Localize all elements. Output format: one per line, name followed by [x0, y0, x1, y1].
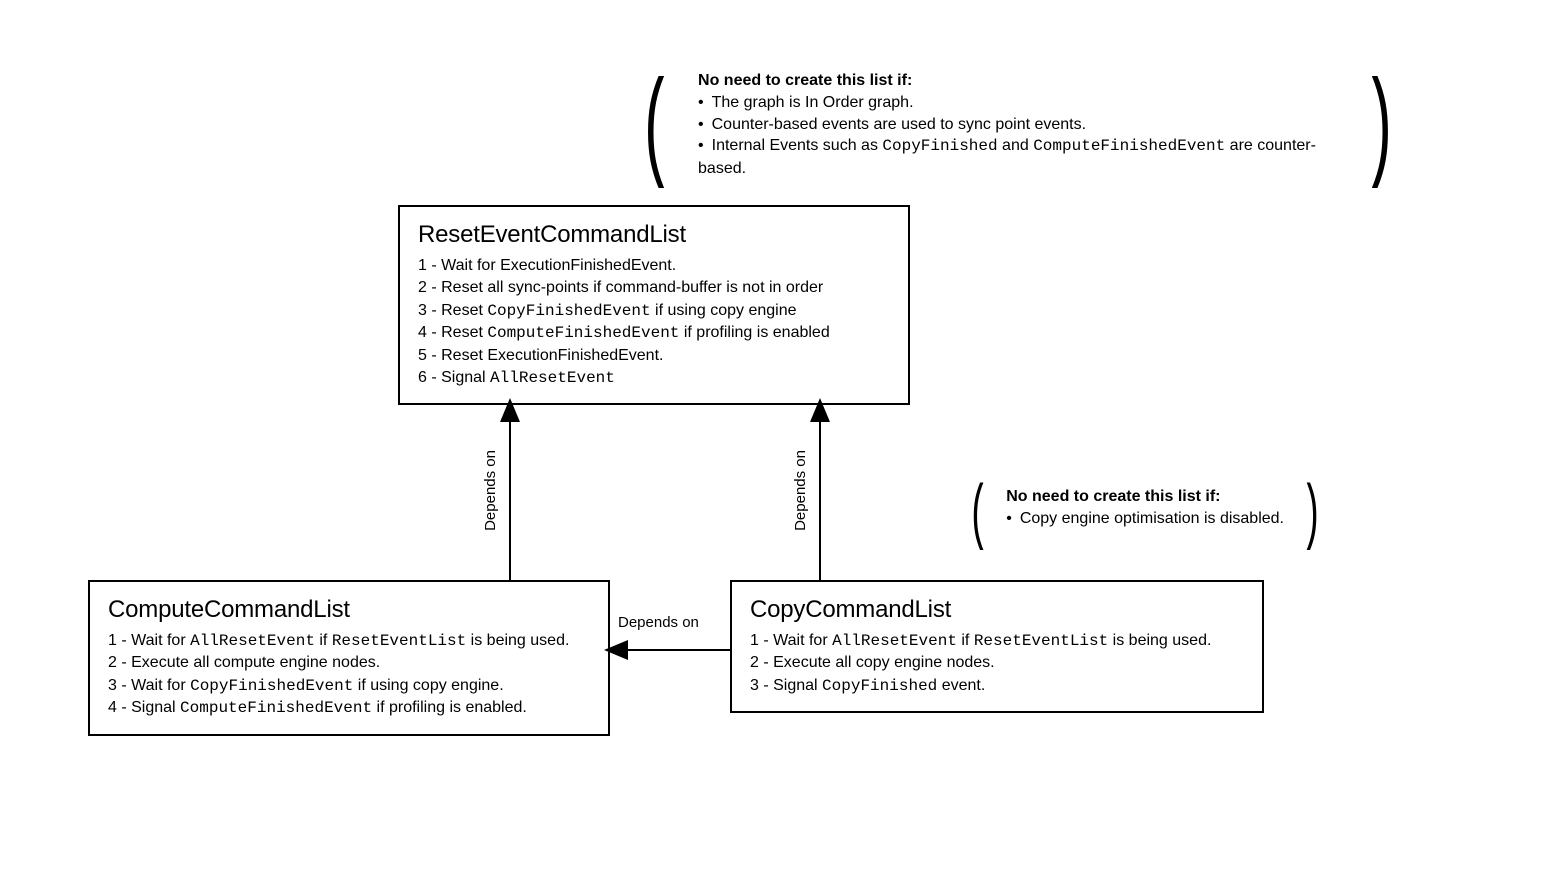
- paren-left-icon: (: [967, 480, 991, 552]
- reset-step: 3 - Reset CopyFinishedEvent if using cop…: [418, 300, 890, 322]
- copy-annotation: ( No need to create this list if: Copy e…: [955, 480, 1335, 552]
- reset-step: 2 - Reset all sync-points if command-buf…: [418, 277, 890, 299]
- reset-step: 4 - Reset ComputeFinishedEvent if profil…: [418, 322, 890, 344]
- compute-step: 1 - Wait for AllResetEvent if ResetEvent…: [108, 630, 590, 652]
- reset-event-command-list-box: ResetEventCommandList 1 - Wait for Execu…: [398, 205, 910, 405]
- copy-box-title: CopyCommandList: [750, 596, 1244, 624]
- copy-annotation-item: Copy engine optimisation is disabled.: [1006, 508, 1284, 530]
- compute-command-list-box: ComputeCommandList 1 - Wait for AllReset…: [88, 580, 610, 736]
- reset-step: 6 - Signal AllResetEvent: [418, 367, 890, 389]
- copy-annotation-title: No need to create this list if:: [1006, 488, 1284, 506]
- copy-command-list-box: CopyCommandList 1 - Wait for AllResetEve…: [730, 580, 1264, 713]
- compute-step: 3 - Wait for CopyFinishedEvent if using …: [108, 675, 590, 697]
- copy-step: 1 - Wait for AllResetEvent if ResetEvent…: [750, 630, 1244, 652]
- diagram-canvas: { "top_annot": { "title": "No need to cr…: [0, 0, 1549, 880]
- reset-annotation-item: Internal Events such as CopyFinished and…: [698, 135, 1338, 179]
- reset-step: 5 - Reset ExecutionFinishedEvent.: [418, 345, 890, 367]
- edge-label-copy-compute: Depends on: [618, 614, 699, 631]
- copy-step: 3 - Signal CopyFinished event.: [750, 675, 1244, 697]
- reset-annotation-item: The graph is In Order graph.: [698, 92, 1338, 114]
- compute-step: 4 - Signal ComputeFinishedEvent if profi…: [108, 697, 590, 719]
- paren-left-icon: (: [637, 72, 675, 192]
- edge-label-copy-reset: Depends on: [792, 450, 809, 531]
- reset-box-title: ResetEventCommandList: [418, 221, 890, 249]
- compute-box-title: ComputeCommandList: [108, 596, 590, 624]
- compute-step: 2 - Execute all compute engine nodes.: [108, 652, 590, 674]
- reset-step: 1 - Wait for ExecutionFinishedEvent.: [418, 255, 890, 277]
- copy-step: 2 - Execute all copy engine nodes.: [750, 652, 1244, 674]
- edge-label-compute-reset: Depends on: [482, 450, 499, 531]
- paren-right-icon: ): [1300, 480, 1324, 552]
- paren-right-icon: ): [1361, 72, 1399, 192]
- reset-annotation-title: No need to create this list if:: [698, 72, 1338, 90]
- reset-annotation-item: Counter-based events are used to sync po…: [698, 114, 1338, 136]
- reset-annotation: ( No need to create this list if: The gr…: [618, 72, 1418, 192]
